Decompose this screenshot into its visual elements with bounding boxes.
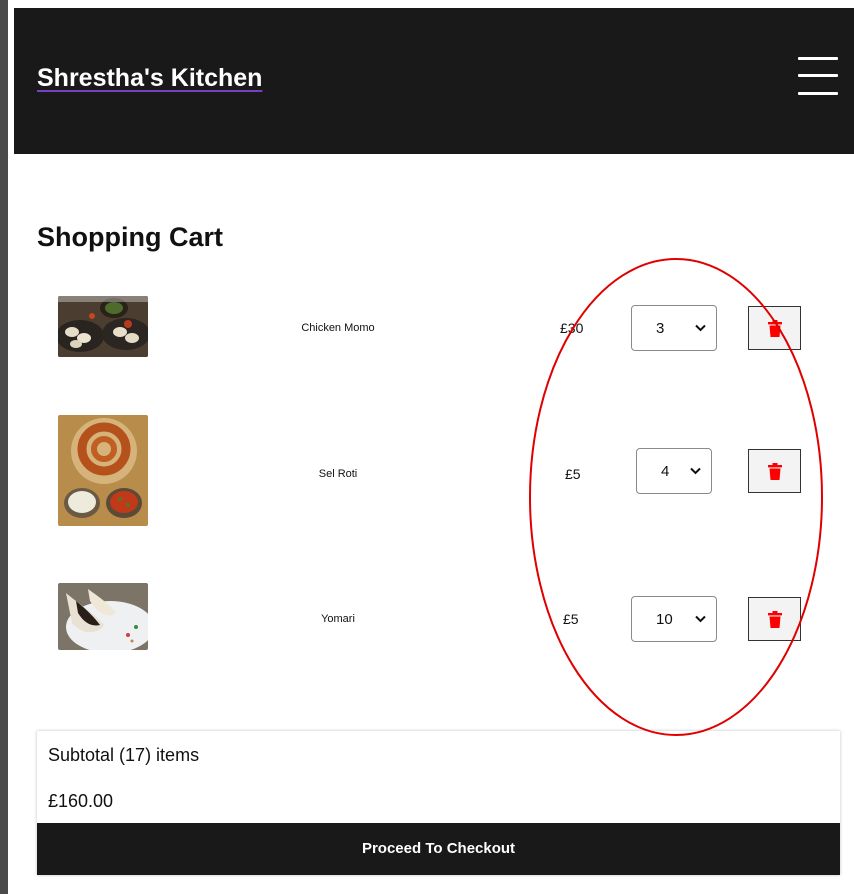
item-name: Yomari: [321, 613, 355, 625]
chevron-down-icon: [695, 324, 706, 332]
chevron-down-icon: [695, 615, 706, 623]
item-price: £5: [565, 466, 581, 482]
hamburger-menu-icon[interactable]: [798, 53, 838, 103]
trash-icon: [768, 611, 782, 628]
order-summary: Subtotal (17) items £160.00 Proceed To C…: [37, 731, 840, 875]
delete-button[interactable]: [748, 306, 801, 350]
brand-link[interactable]: Shrestha's Kitchen: [37, 64, 262, 93]
item-name: Chicken Momo: [301, 322, 375, 334]
quantity-select[interactable]: 4: [636, 448, 712, 494]
subtotal-value: £160.00: [48, 791, 114, 811]
checkout-button[interactable]: Proceed To Checkout: [37, 823, 840, 875]
quantity-select[interactable]: 10: [631, 596, 717, 642]
quantity-value: 10: [656, 611, 673, 628]
item-name: Sel Roti: [318, 468, 358, 480]
page-title: Shopping Cart: [37, 222, 223, 252]
item-price: £30: [560, 320, 584, 336]
chevron-down-icon: [690, 467, 701, 475]
chicken-momo-image: [58, 296, 148, 357]
yomari-image: [58, 583, 148, 650]
sel-roti-image: [58, 415, 148, 526]
cart-row: Yomari £5 10: [0, 583, 854, 651]
trash-icon: [768, 320, 782, 337]
subtotal-label: Subtotal (17) items: [48, 745, 200, 765]
item-price: £5: [563, 611, 579, 627]
navbar: Shrestha's Kitchen: [14, 8, 854, 154]
quantity-value: 3: [656, 320, 665, 337]
trash-icon: [768, 463, 782, 480]
delete-button[interactable]: [748, 449, 801, 493]
window-top-edge: [8, 0, 854, 8]
cart-row: Chicken Momo £30 3: [0, 296, 854, 358]
quantity-value: 4: [661, 463, 670, 480]
quantity-select[interactable]: 3: [631, 305, 717, 351]
delete-button[interactable]: [748, 597, 801, 641]
cart-row: Sel Roti £5 4: [0, 415, 854, 527]
